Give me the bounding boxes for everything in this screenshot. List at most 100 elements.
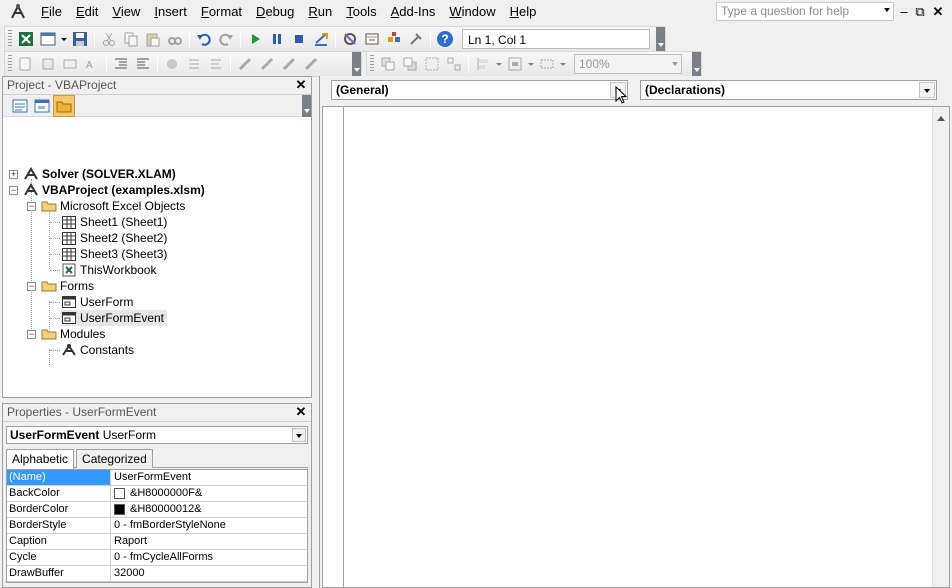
help-search-input[interactable]: Type a question for help	[716, 2, 894, 21]
tree-expander[interactable]: −	[9, 186, 18, 195]
property-value[interactable]: 0 - fmCycleAllForms	[111, 550, 307, 565]
menu-view[interactable]: View	[105, 2, 147, 22]
menu-tools[interactable]: Tools	[339, 2, 383, 22]
tab-alphabetic[interactable]: Alphabetic	[6, 449, 75, 469]
run-icon[interactable]	[244, 28, 266, 50]
view-code-icon[interactable]	[9, 95, 31, 117]
vertical-scrollbar[interactable]	[932, 107, 949, 587]
toggle-folders-icon[interactable]	[53, 94, 75, 117]
reset-icon[interactable]	[288, 28, 310, 50]
view-object-icon[interactable]	[31, 95, 53, 117]
menu-add-ins[interactable]: Add-Ins	[384, 2, 443, 22]
tree-expander[interactable]: +	[9, 170, 18, 179]
minimize-icon[interactable]: ‒	[896, 4, 912, 19]
property-row[interactable]: DrawBuffer 32000	[7, 566, 307, 582]
menu-debug[interactable]: Debug	[249, 2, 301, 22]
find-icon[interactable]	[164, 28, 186, 50]
toolbar-grip[interactable]	[370, 55, 374, 73]
tree-expander[interactable]: −	[27, 202, 36, 211]
outdent-icon[interactable]	[132, 53, 154, 75]
next-bookmark-icon[interactable]	[256, 53, 278, 75]
property-value[interactable]: UserFormEvent	[111, 470, 307, 485]
property-value[interactable]: 32000	[111, 566, 307, 581]
property-value-cell[interactable]: &H8000000F&	[111, 486, 307, 501]
restore-icon[interactable]: ⧉	[912, 4, 928, 19]
property-row[interactable]: BackColor &H8000000F&	[7, 486, 307, 502]
toolbar-grip[interactable]	[8, 55, 12, 73]
procedure-combo[interactable]: (Declarations)	[640, 80, 937, 100]
tree-node-vbaproject[interactable]: VBAProject (examples.xlsm)	[23, 182, 205, 198]
chevron-down-icon[interactable]	[526, 53, 536, 75]
vbe-app-icon[interactable]	[8, 2, 28, 22]
tree-node-userformevent[interactable]: UserFormEvent	[61, 310, 168, 326]
toolbar-options-button[interactable]	[692, 52, 701, 76]
code-editor[interactable]	[322, 106, 950, 588]
quick-info-icon[interactable]	[59, 53, 81, 75]
copy-icon[interactable]	[120, 28, 142, 50]
menu-edit[interactable]: Edit	[69, 2, 105, 22]
tree-node-sheet3[interactable]: Sheet3 (Sheet3)	[61, 246, 167, 262]
tree-expander[interactable]: −	[27, 282, 36, 291]
view-excel-icon[interactable]	[15, 28, 37, 50]
chevron-down-icon[interactable]	[672, 62, 678, 66]
menu-run[interactable]: Run	[301, 2, 339, 22]
tab-categorized[interactable]: Categorized	[76, 449, 153, 468]
tree-node-thisworkbook[interactable]: ThisWorkbook	[61, 262, 156, 278]
tree-node-userform[interactable]: UserForm	[61, 294, 133, 310]
group-icon[interactable]	[421, 53, 443, 75]
break-icon[interactable]	[266, 28, 288, 50]
tree-node-sheet2[interactable]: Sheet2 (Sheet2)	[61, 230, 167, 246]
project-explorer-icon[interactable]	[339, 28, 361, 50]
ungroup-icon[interactable]	[443, 53, 465, 75]
chevron-down-icon[interactable]	[884, 8, 890, 12]
tree-node-solver[interactable]: Solver (SOLVER.XLAM)	[23, 166, 176, 182]
chevron-down-icon[interactable]	[59, 28, 69, 50]
close-icon[interactable]: ✕	[294, 405, 308, 419]
tree-node-sheet1[interactable]: Sheet1 (Sheet1)	[61, 214, 167, 230]
make-same-size-icon[interactable]	[536, 53, 558, 75]
menu-window[interactable]: Window	[442, 2, 502, 22]
menu-file[interactable]: File	[34, 2, 69, 22]
toolbar-options-button[interactable]	[352, 52, 361, 76]
clear-bookmarks-icon[interactable]	[300, 53, 322, 75]
chevron-down-icon[interactable]	[558, 53, 568, 75]
bring-to-front-icon[interactable]	[377, 53, 399, 75]
tree-node-forms[interactable]: Forms	[41, 278, 94, 294]
chevron-down-icon[interactable]	[292, 428, 306, 442]
toolbar-options-button[interactable]	[302, 95, 311, 117]
send-to-back-icon[interactable]	[399, 53, 421, 75]
property-row[interactable]: Caption Raport	[7, 534, 307, 550]
menu-help[interactable]: Help	[503, 2, 544, 22]
tree-node-excel-objects[interactable]: Microsoft Excel Objects	[41, 198, 185, 214]
undo-icon[interactable]	[193, 28, 215, 50]
list-constants-icon[interactable]	[37, 53, 59, 75]
property-value[interactable]: 0 - fmBorderStyleNone	[111, 518, 307, 533]
zoom-select[interactable]: 100%	[574, 54, 682, 74]
property-row[interactable]: Cycle 0 - fmCycleAllForms	[7, 550, 307, 566]
toggle-breakpoint-icon[interactable]	[161, 53, 183, 75]
close-icon[interactable]: ✕	[294, 78, 308, 92]
previous-bookmark-icon[interactable]	[278, 53, 300, 75]
tree-node-constants[interactable]: Constants	[61, 342, 134, 358]
cut-icon[interactable]	[98, 28, 120, 50]
paste-icon[interactable]	[142, 28, 164, 50]
redo-icon[interactable]	[215, 28, 237, 50]
property-value[interactable]: Raport	[111, 534, 307, 549]
center-icon[interactable]	[504, 53, 526, 75]
property-row[interactable]: BorderStyle 0 - fmBorderStyleNone	[7, 518, 307, 534]
complete-word-icon[interactable]: A	[81, 53, 103, 75]
uncomment-block-icon[interactable]	[205, 53, 227, 75]
object-combo[interactable]: (General)	[331, 80, 628, 100]
close-icon[interactable]: ✕	[930, 4, 946, 19]
save-icon[interactable]	[69, 28, 91, 50]
toolbar-options-button[interactable]	[656, 27, 665, 51]
object-select[interactable]: UserFormEvent UserForm	[6, 426, 308, 444]
property-row[interactable]: BorderColor &H80000012&	[7, 502, 307, 518]
property-row[interactable]: (Name) UserFormEvent	[7, 470, 307, 486]
insert-userform-icon[interactable]	[37, 28, 59, 50]
menu-insert[interactable]: Insert	[147, 2, 194, 22]
align-icon[interactable]	[472, 53, 494, 75]
property-value-cell[interactable]: &H80000012&	[111, 502, 307, 517]
chevron-down-icon[interactable]	[919, 82, 935, 98]
toggle-bookmark-icon[interactable]	[234, 53, 256, 75]
